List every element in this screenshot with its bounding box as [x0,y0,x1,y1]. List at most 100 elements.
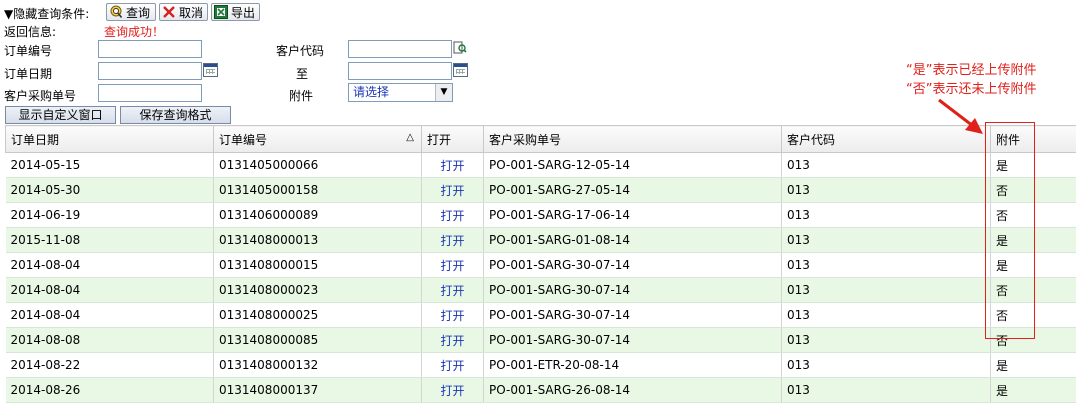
attachment-annotation: “是”表示已经上传附件 “否”表示还未上传附件 [906,61,1036,99]
cell-order-date: 2014-08-26 [5,377,214,403]
cell-customer-code: 013 [781,252,991,278]
cell-po-no: PO-001-SARG-30-07-14 [483,252,782,278]
cell-order-no: 0131405000158 [213,177,422,203]
query-button[interactable]: 查询 [106,3,156,21]
cell-order-no: 0131405000066 [213,152,422,178]
cell-po-no: PO-001-SARG-30-07-14 [483,327,782,353]
export-button[interactable]: 导出 [211,3,260,21]
header-order-no[interactable]: 订单编号 △ [213,125,422,153]
header-open[interactable]: 打开 [421,125,484,153]
show-custom-window-button[interactable]: 显示自定义窗口 [5,106,116,124]
cancel-button[interactable]: 取消 [159,3,208,21]
table-row[interactable]: 2014-08-22 0131408000132 打开 PO-001-ETR-2… [5,352,1076,378]
cell-order-date: 2014-05-15 [5,152,214,178]
header-order-date[interactable]: 订单日期 [5,125,214,153]
close-icon [162,5,176,19]
cell-customer-code: 013 [781,302,991,328]
open-link[interactable]: 打开 [421,252,484,278]
cancel-button-label: 取消 [179,5,204,20]
cell-order-no: 0131408000013 [213,227,422,253]
cell-order-date: 2014-08-22 [5,352,214,378]
search-icon [109,5,123,19]
cell-order-no: 0131408000132 [213,352,422,378]
to-label: 至 [296,67,309,81]
open-link[interactable]: 打开 [421,327,484,353]
cell-order-date: 2014-08-04 [5,252,214,278]
table-row[interactable]: 2014-05-30 0131405000158 打开 PO-001-SARG-… [5,177,1076,203]
cell-order-date: 2014-08-04 [5,277,214,303]
po-no-input[interactable] [98,84,202,102]
cell-order-no: 0131408000085 [213,327,422,353]
open-link[interactable]: 打开 [421,202,484,228]
sort-ascending-icon: △ [406,132,414,143]
cell-customer-code: 013 [781,277,991,303]
excel-icon [214,5,228,19]
annotation-arrow-icon [938,98,983,134]
cell-order-no: 0131408000015 [213,252,422,278]
table-row[interactable]: 2014-06-19 0131406000089 打开 PO-001-SARG-… [5,202,1076,228]
table-row[interactable]: 2014-08-26 0131408000137 打开 PO-001-SARG-… [5,377,1076,403]
cell-order-no: 0131406000089 [213,202,422,228]
cell-attachment: 是 [990,352,1076,378]
cell-order-date: 2014-06-19 [5,202,214,228]
customer-code-input[interactable] [348,40,452,58]
cell-po-no: PO-001-ETR-20-08-14 [483,352,782,378]
table-row[interactable]: 2014-08-04 0131408000023 打开 PO-001-SARG-… [5,277,1076,303]
cell-order-date: 2015-11-08 [5,227,214,253]
cell-po-no: PO-001-SARG-01-08-14 [483,227,782,253]
orders-table: 订单日期 订单编号 △ 打开 客户采购单号 客户代码 附件 2014-05-15 … [5,125,1076,403]
chevron-down-icon[interactable]: ▼ [435,84,452,101]
lookup-icon[interactable] [453,41,467,58]
open-link[interactable]: 打开 [421,152,484,178]
return-message-value: 查询成功！ [104,25,165,39]
cell-order-date: 2014-08-04 [5,302,214,328]
cell-po-no: PO-001-SARG-12-05-14 [483,152,782,178]
annotation-line-yes: “是”表示已经上传附件 [906,63,1037,78]
cell-po-no: PO-001-SARG-30-07-14 [483,277,782,303]
cell-customer-code: 013 [781,202,991,228]
table-row[interactable]: 2014-08-08 0131408000085 打开 PO-001-SARG-… [5,327,1076,353]
cell-po-no: PO-001-SARG-27-05-14 [483,177,782,203]
table-row[interactable]: 2014-05-15 0131405000066 打开 PO-001-SARG-… [5,152,1076,178]
open-link[interactable]: 打开 [421,352,484,378]
cell-order-date: 2014-08-08 [5,327,214,353]
calendar-icon[interactable] [203,63,218,77]
order-no-input[interactable] [98,40,202,58]
attachment-select[interactable]: 请选择 ▼ [348,83,453,102]
cell-customer-code: 013 [781,152,991,178]
cell-po-no: PO-001-SARG-17-06-14 [483,202,782,228]
table-header-row: 订单日期 订单编号 △ 打开 客户采购单号 客户代码 附件 [5,125,1076,153]
return-message-label: 返回信息: [4,25,57,39]
table-row[interactable]: 2015-11-08 0131408000013 打开 PO-001-SARG-… [5,227,1076,253]
export-button-label: 导出 [231,5,256,20]
table-row[interactable]: 2014-08-04 0131408000015 打开 PO-001-SARG-… [5,252,1076,278]
open-link[interactable]: 打开 [421,377,484,403]
cell-customer-code: 013 [781,177,991,203]
date-to-input[interactable] [348,62,452,80]
date-from-input[interactable] [98,62,202,80]
table-row[interactable]: 2014-08-04 0131408000025 打开 PO-001-SARG-… [5,302,1076,328]
cell-customer-code: 013 [781,227,991,253]
calendar-icon[interactable] [453,63,468,77]
cell-customer-code: 013 [781,327,991,353]
header-po-no[interactable]: 客户采购单号 [483,125,782,153]
open-link[interactable]: 打开 [421,227,484,253]
cell-order-no: 0131408000137 [213,377,422,403]
open-link[interactable]: 打开 [421,277,484,303]
order-date-label: 订单日期 [4,67,53,81]
cell-po-no: PO-001-SARG-26-08-14 [483,377,782,403]
customer-code-label: 客户代码 [276,44,325,58]
attachment-select-value: 请选择 [353,85,390,99]
po-no-label: 客户采购单号 [4,89,77,103]
open-link[interactable]: 打开 [421,177,484,203]
attachment-filter-label: 附件 [289,89,314,103]
save-query-format-button[interactable]: 保存查询格式 [120,106,231,124]
attachment-highlight-box [985,122,1035,339]
cell-order-no: 0131408000025 [213,302,422,328]
query-button-label: 查询 [126,5,151,20]
open-link[interactable]: 打开 [421,302,484,328]
cell-order-no: 0131408000023 [213,277,422,303]
toggle-query-conditions[interactable]: ▼隐藏查询条件: [4,5,89,22]
cell-attachment: 是 [990,377,1076,403]
cell-customer-code: 013 [781,377,991,403]
